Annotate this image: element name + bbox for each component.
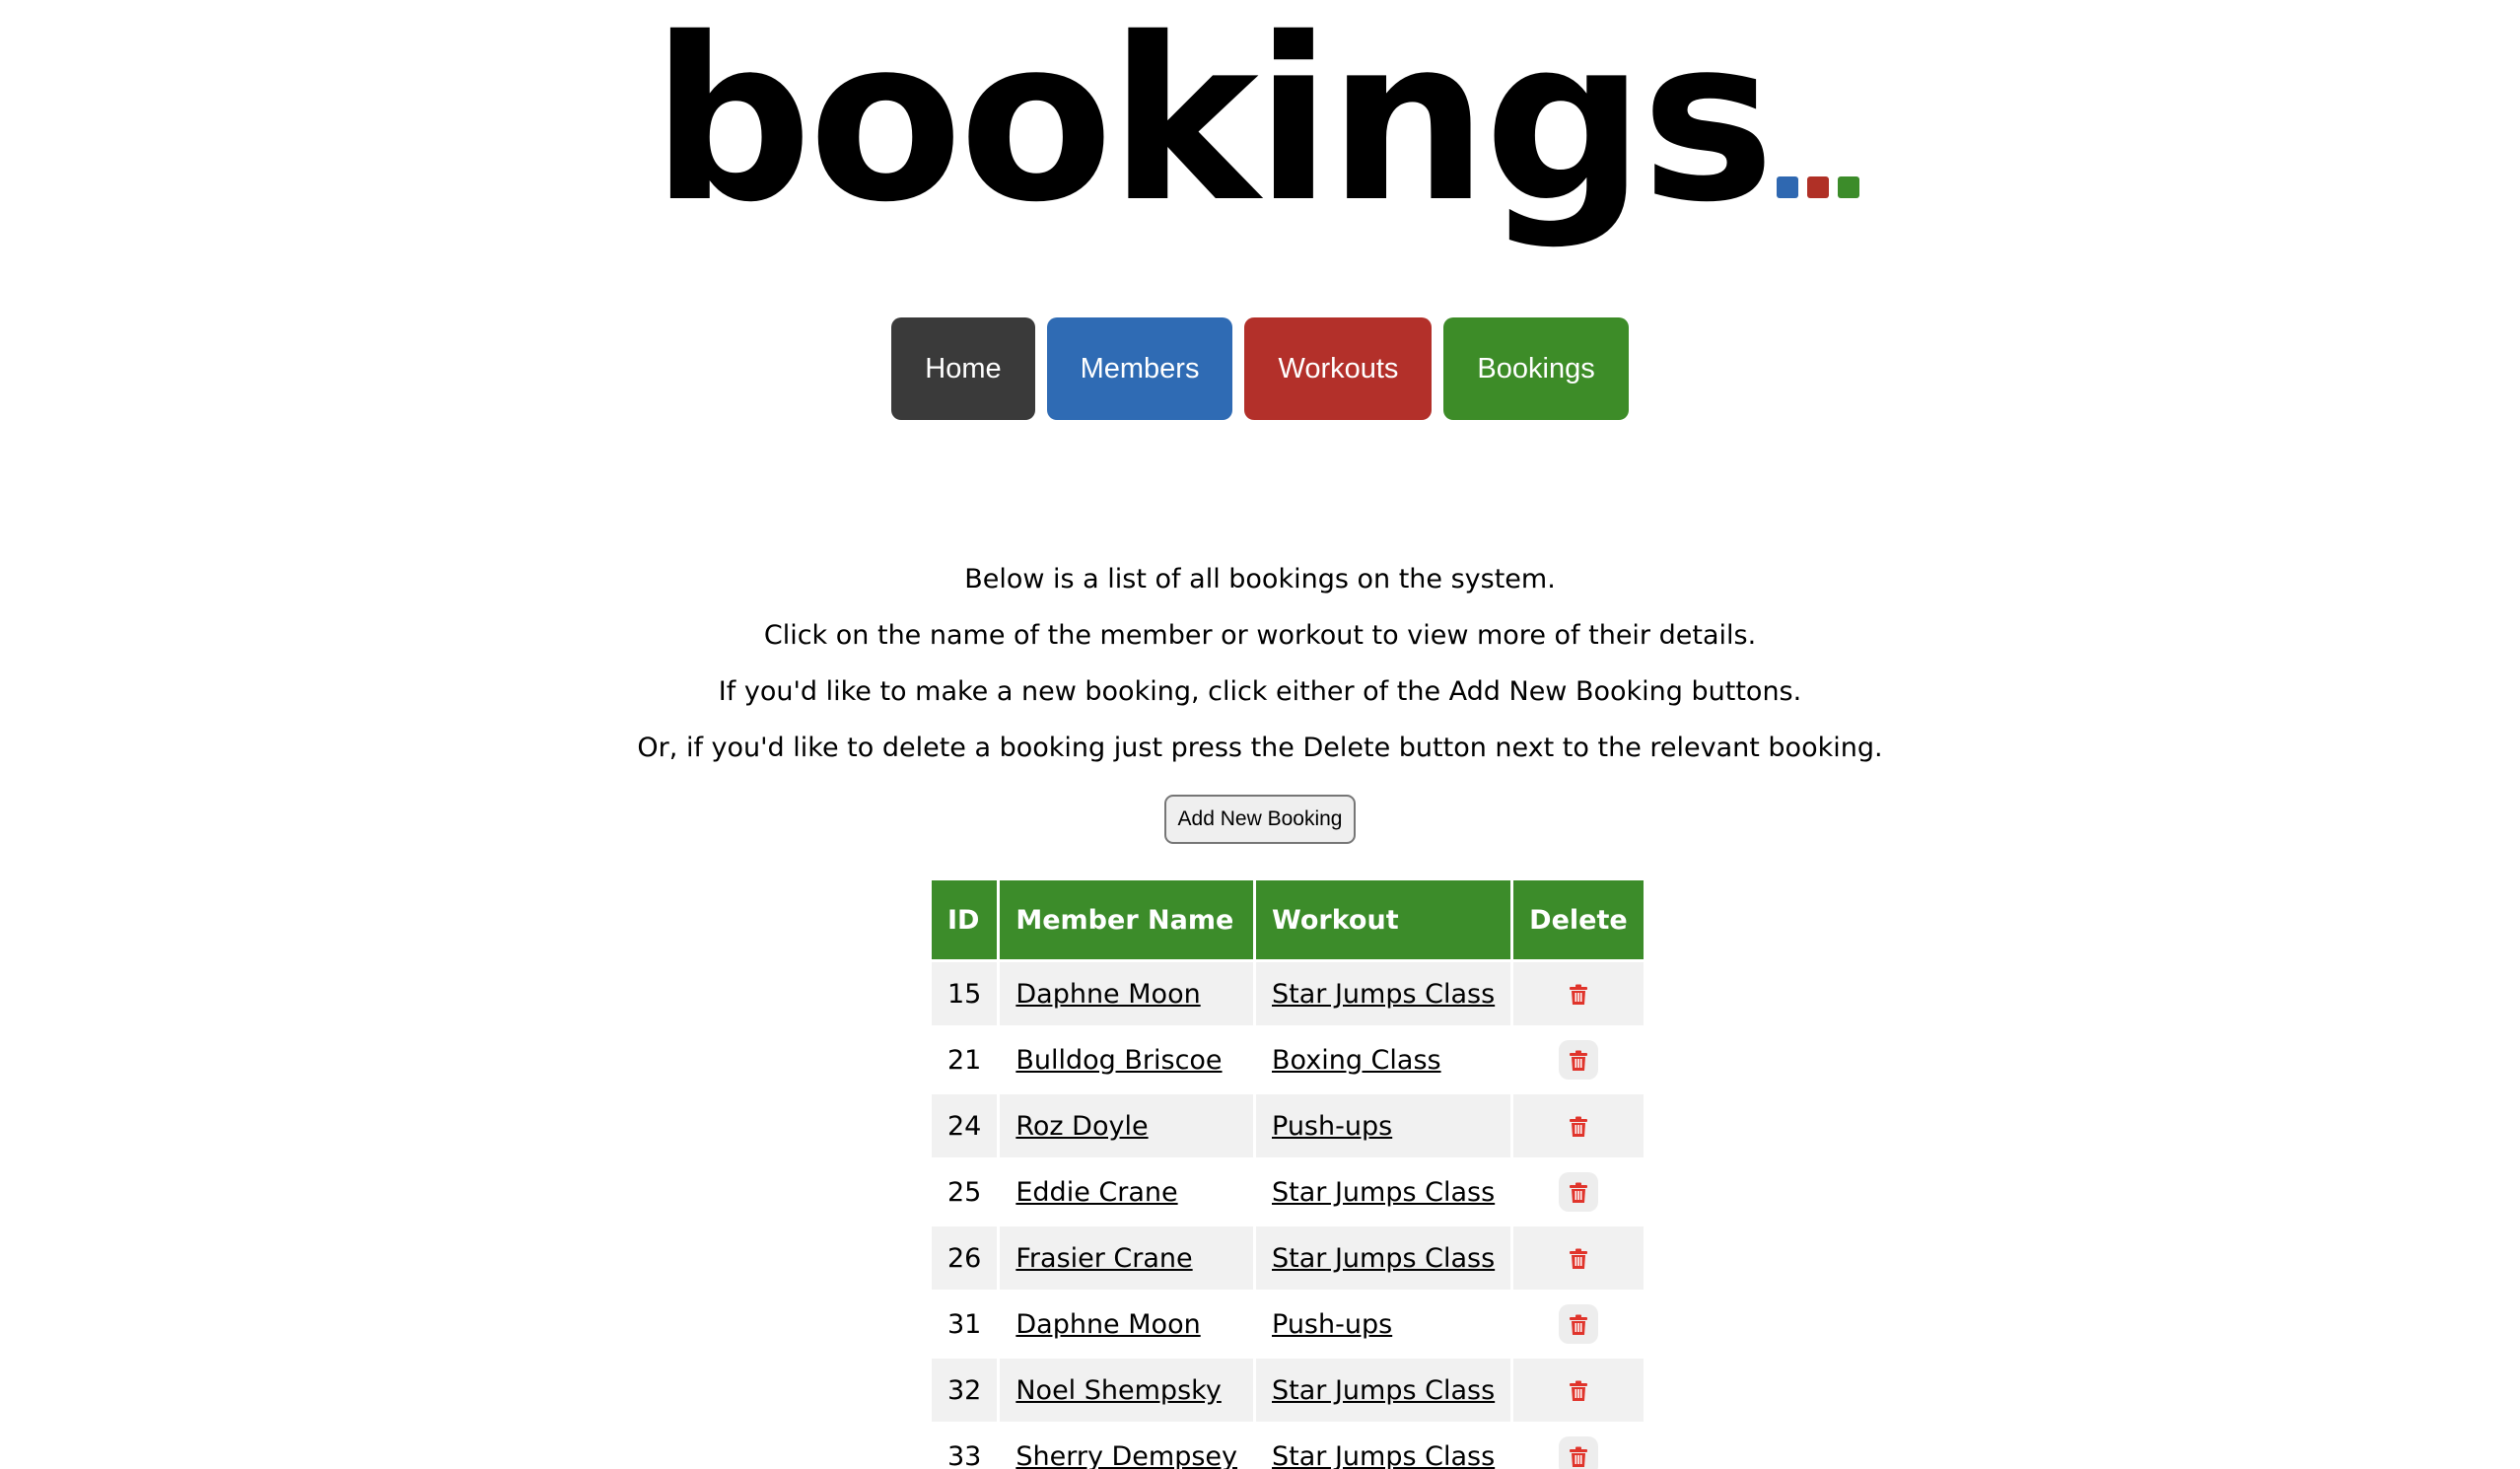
nav-workouts-button[interactable]: Workouts <box>1244 317 1433 420</box>
member-link[interactable]: Eddie Crane <box>1015 1177 1177 1208</box>
delete-cell <box>1513 1028 1644 1091</box>
member-link[interactable]: Roz Doyle <box>1015 1111 1148 1142</box>
workout-link[interactable]: Star Jumps Class <box>1272 979 1495 1010</box>
delete-cell <box>1513 1293 1644 1356</box>
member-cell: Daphne Moon <box>1000 962 1254 1025</box>
header-member-name: Member Name <box>1000 880 1254 959</box>
table-row: 32 Noel Shempsky Star Jumps Class <box>932 1359 1644 1422</box>
table-row: 25 Eddie Crane Star Jumps Class <box>932 1160 1644 1224</box>
booking-id: 15 <box>932 962 998 1025</box>
trash-icon <box>1569 978 1588 1009</box>
member-link[interactable]: Bulldog Briscoe <box>1015 1045 1222 1076</box>
booking-id: 24 <box>932 1094 998 1157</box>
workout-cell: Star Jumps Class <box>1256 962 1511 1025</box>
table-row: 33 Sherry Dempsey Star Jumps Class <box>932 1425 1644 1469</box>
table-row: 15 Daphne Moon Star Jumps Class <box>932 962 1644 1025</box>
delete-button[interactable] <box>1559 1238 1598 1278</box>
workout-cell: Star Jumps Class <box>1256 1226 1511 1290</box>
workout-cell: Push-ups <box>1256 1293 1511 1356</box>
booking-id: 26 <box>932 1226 998 1290</box>
workout-cell: Boxing Class <box>1256 1028 1511 1091</box>
trash-icon <box>1569 1242 1588 1273</box>
workout-link[interactable]: Push-ups <box>1272 1111 1392 1142</box>
trash-icon <box>1569 1176 1588 1207</box>
member-link[interactable]: Noel Shempsky <box>1015 1375 1221 1406</box>
member-link[interactable]: Sherry Dempsey <box>1015 1441 1237 1469</box>
member-cell: Sherry Dempsey <box>1000 1425 1254 1469</box>
intro-line: If you'd like to make a new booking, cli… <box>718 676 1802 707</box>
delete-button[interactable] <box>1558 1436 1598 1469</box>
trash-icon <box>1569 1374 1588 1405</box>
nav-members-button[interactable]: Members <box>1046 317 1233 420</box>
member-link[interactable]: Daphne Moon <box>1015 1309 1200 1340</box>
member-link[interactable]: Daphne Moon <box>1015 979 1200 1010</box>
member-link[interactable]: Frasier Crane <box>1015 1243 1192 1274</box>
booking-id: 31 <box>932 1293 998 1356</box>
workout-link[interactable]: Star Jumps Class <box>1272 1441 1495 1469</box>
bookings-table-wrap: ID Member Name Workout Delete 15 Daphne … <box>929 877 1646 1469</box>
member-cell: Roz Doyle <box>1000 1094 1254 1157</box>
add-new-booking-button[interactable]: Add New Booking <box>1163 795 1357 844</box>
workout-link[interactable]: Push-ups <box>1272 1309 1392 1340</box>
table-body: 15 Daphne Moon Star Jumps Class 21 Bulld… <box>932 962 1644 1469</box>
logo-dot-blue <box>1777 176 1799 198</box>
intro-line: Click on the name of the member or worko… <box>763 620 1757 651</box>
booking-id: 32 <box>932 1359 998 1422</box>
table-row: 24 Roz Doyle Push-ups <box>932 1094 1644 1157</box>
delete-button[interactable] <box>1558 1172 1598 1212</box>
member-cell: Bulldog Briscoe <box>1000 1028 1254 1091</box>
intro-line: Below is a list of all bookings on the s… <box>964 564 1556 595</box>
nav-home-button[interactable]: Home <box>891 317 1035 420</box>
delete-button[interactable] <box>1559 1370 1598 1410</box>
delete-cell <box>1513 1160 1644 1224</box>
member-cell: Daphne Moon <box>1000 1293 1254 1356</box>
trash-icon <box>1569 1110 1588 1141</box>
header-id: ID <box>932 880 998 959</box>
header-workout: Workout <box>1256 880 1511 959</box>
delete-button[interactable] <box>1559 1106 1598 1146</box>
table-row: 21 Bulldog Briscoe Boxing Class <box>932 1028 1644 1091</box>
add-button-wrap: Add New Booking <box>0 795 2520 844</box>
main-nav: Home Members Workouts Bookings <box>0 317 2520 420</box>
delete-cell <box>1513 1359 1644 1422</box>
workout-cell: Star Jumps Class <box>1256 1425 1511 1469</box>
table-row: 26 Frasier Crane Star Jumps Class <box>932 1226 1644 1290</box>
intro-text: Below is a list of all bookings on the s… <box>0 558 2520 783</box>
delete-cell <box>1513 1425 1644 1469</box>
logo-dot-red <box>1807 176 1830 198</box>
member-cell: Noel Shempsky <box>1000 1359 1254 1422</box>
booking-id: 25 <box>932 1160 998 1224</box>
workout-link[interactable]: Boxing Class <box>1272 1045 1441 1076</box>
header-delete: Delete <box>1513 880 1644 959</box>
trash-icon <box>1569 1308 1588 1339</box>
workout-cell: Star Jumps Class <box>1256 1359 1511 1422</box>
workout-link[interactable]: Star Jumps Class <box>1272 1243 1495 1274</box>
delete-cell <box>1513 962 1644 1025</box>
bookings-table: ID Member Name Workout Delete 15 Daphne … <box>929 877 1646 1469</box>
booking-id: 33 <box>932 1425 998 1469</box>
delete-button[interactable] <box>1558 1040 1598 1080</box>
workout-cell: Star Jumps Class <box>1256 1160 1511 1224</box>
logo-dots <box>1777 176 1868 202</box>
logo-text: bookings <box>651 0 1775 251</box>
workout-link[interactable]: Star Jumps Class <box>1272 1375 1495 1406</box>
trash-icon <box>1569 1440 1588 1469</box>
delete-button[interactable] <box>1558 1304 1598 1344</box>
delete-cell <box>1513 1226 1644 1290</box>
trash-icon <box>1569 1044 1588 1075</box>
booking-id: 21 <box>932 1028 998 1091</box>
workout-cell: Push-ups <box>1256 1094 1511 1157</box>
site-logo: bookings <box>0 0 2520 237</box>
intro-line: Or, if you'd like to delete a booking ju… <box>637 733 1883 763</box>
delete-button[interactable] <box>1559 974 1598 1014</box>
table-row: 31 Daphne Moon Push-ups <box>932 1293 1644 1356</box>
nav-bookings-button[interactable]: Bookings <box>1443 317 1629 420</box>
member-cell: Frasier Crane <box>1000 1226 1254 1290</box>
table-header-row: ID Member Name Workout Delete <box>932 880 1644 959</box>
member-cell: Eddie Crane <box>1000 1160 1254 1224</box>
workout-link[interactable]: Star Jumps Class <box>1272 1177 1495 1208</box>
delete-cell <box>1513 1094 1644 1157</box>
logo-dot-green <box>1838 176 1860 198</box>
bookings-page: bookings Home Members Workouts Bookings Bel… <box>0 0 2520 1469</box>
